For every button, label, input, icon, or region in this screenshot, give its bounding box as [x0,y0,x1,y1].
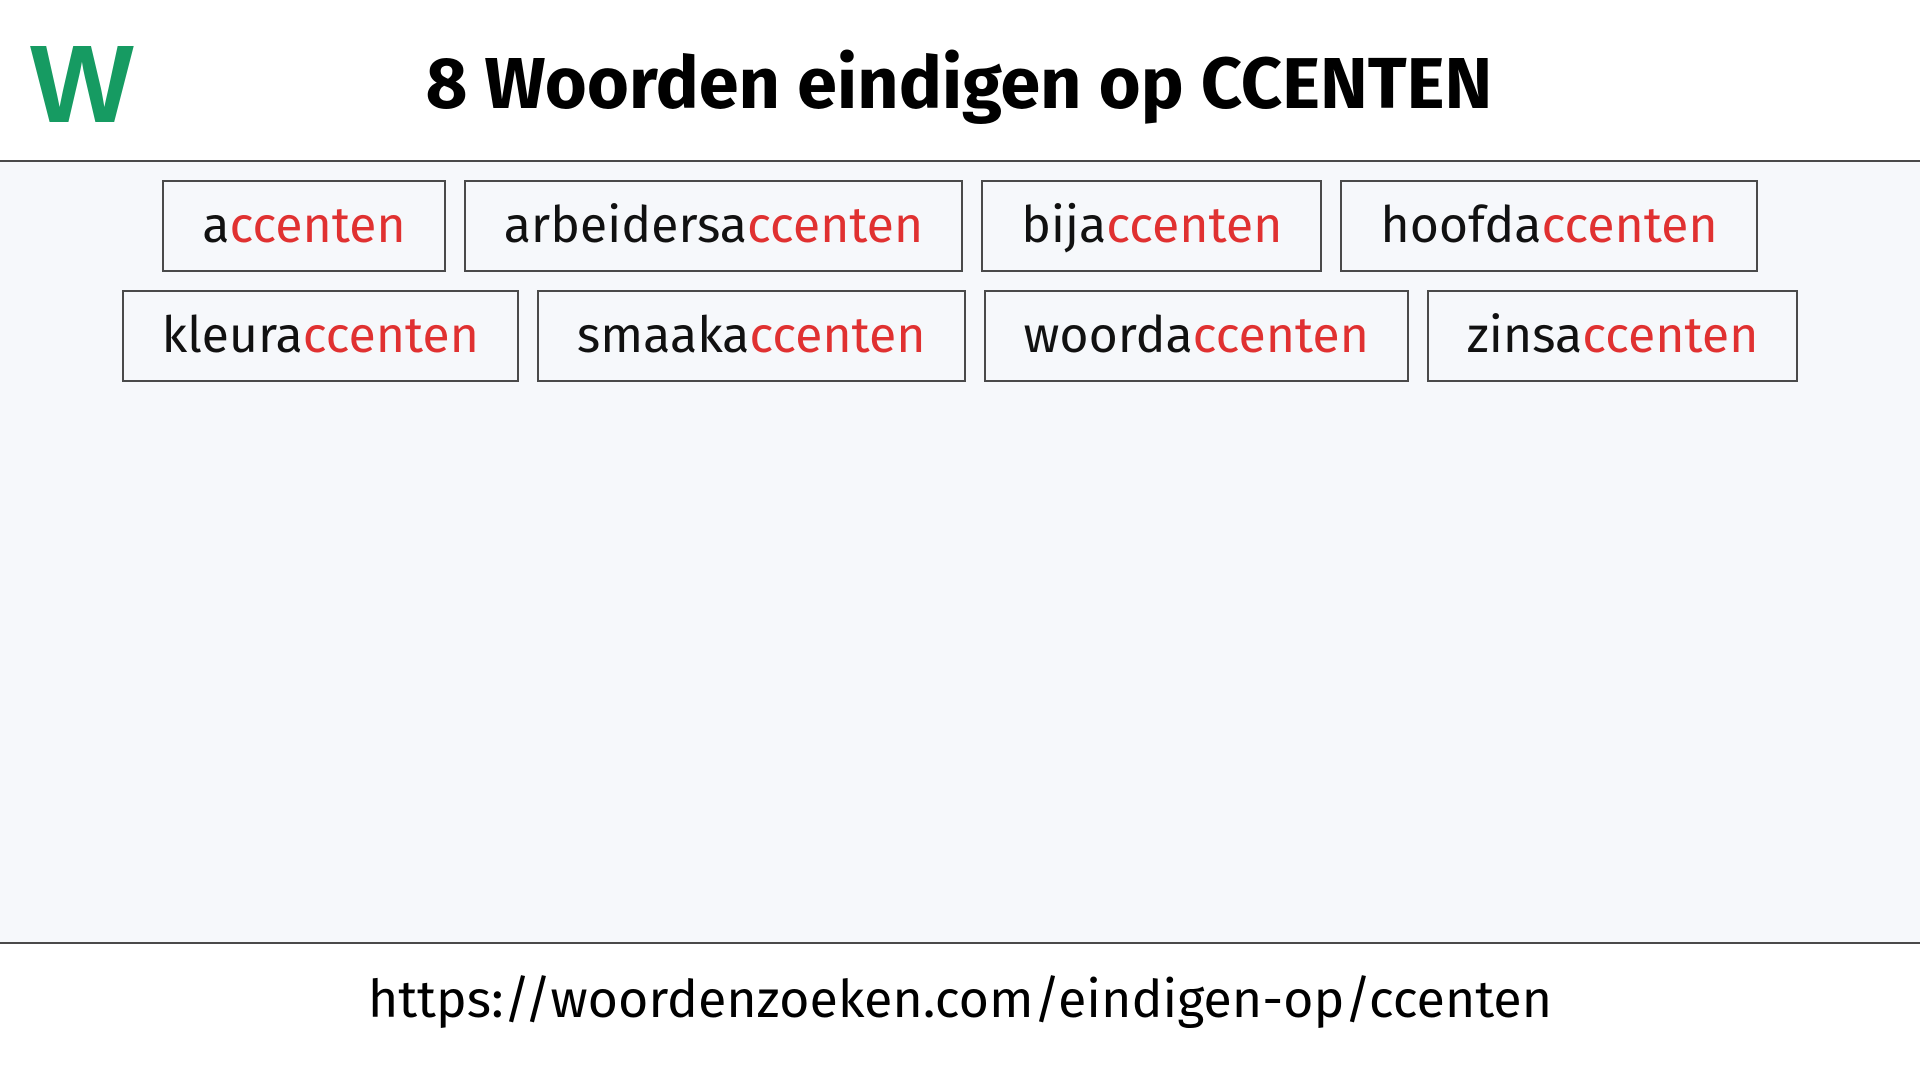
word-prefix: smaaka [577,306,749,366]
word-prefix: arbeidersa [504,196,747,256]
word-prefix: bija [1021,196,1106,256]
word-prefix: hoofda [1380,196,1541,256]
word-suffix: ccenten [1106,196,1282,256]
word-item[interactable]: kleuraccenten [122,290,519,382]
footer-url: https://woordenzoeken.com/eindigen-op/cc… [0,944,1920,1055]
word-item[interactable]: smaakaccenten [537,290,966,382]
word-item[interactable]: woordaccenten [984,290,1409,382]
word-item[interactable]: accenten [162,180,445,272]
word-prefix: zinsa [1467,306,1582,366]
word-prefix: kleura [162,306,303,366]
header: W 8 Woorden eindigen op CCENTEN [0,0,1920,160]
word-suffix: ccenten [1193,306,1369,366]
word-suffix: ccenten [1541,196,1717,256]
page-title: 8 Woorden eindigen op CCENTEN [168,42,1890,128]
word-item[interactable]: bijaccenten [981,180,1322,272]
word-suffix: ccenten [749,306,925,366]
word-suffix: ccenten [303,306,479,366]
word-prefix: a [202,196,229,256]
word-suffix: ccenten [747,196,923,256]
word-prefix: woorda [1024,306,1193,366]
site-logo[interactable]: W [30,30,128,140]
word-item[interactable]: zinsaccenten [1427,290,1799,382]
word-suffix: ccenten [1582,306,1758,366]
word-item[interactable]: hoofdaccenten [1340,180,1757,272]
word-list: accentenarbeidersaccentenbijaccentenhoof… [0,162,1920,942]
word-item[interactable]: arbeidersaccenten [464,180,964,272]
word-suffix: ccenten [230,196,406,256]
